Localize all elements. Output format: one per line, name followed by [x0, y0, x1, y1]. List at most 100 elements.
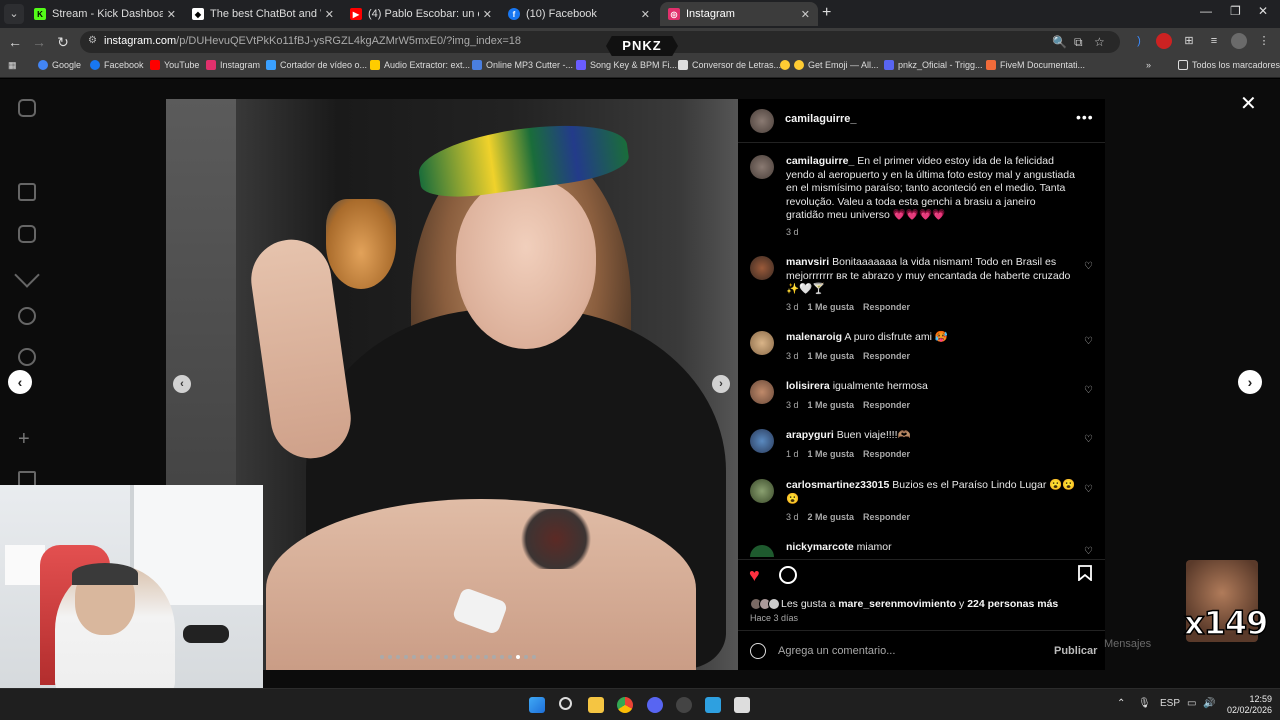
address-bar[interactable]: ⚙ instagram.com/p/DUHevuQEVtPkKo11fBJ-ys… [80, 31, 1120, 53]
close-tab-icon[interactable]: ✕ [801, 8, 810, 21]
publish-button[interactable]: Publicar [1054, 645, 1097, 657]
avatar[interactable] [750, 429, 774, 453]
more-options-icon[interactable]: ••• [1076, 109, 1094, 125]
cast-icon[interactable]: ⧉ [1074, 35, 1083, 50]
comment-likes[interactable]: 1 Me gusta [808, 351, 855, 361]
bookmark-item[interactable]: FiveM Documentati... [986, 60, 1085, 70]
post-author[interactable]: camilaguirre_ [785, 113, 857, 125]
language-indicator[interactable]: ESP [1160, 698, 1180, 709]
bookmark-item[interactable]: Cortador de vídeo o... [266, 60, 367, 70]
avatar[interactable] [750, 109, 774, 133]
new-tab-icon[interactable]: + [822, 4, 831, 22]
like-comment-icon[interactable]: ♡ [1084, 485, 1094, 495]
forward-icon[interactable]: → [30, 33, 48, 51]
save-icon[interactable] [1078, 565, 1092, 585]
bookmark-item[interactable]: Instagram [206, 60, 260, 70]
comment-author[interactable]: arapyguri [786, 429, 834, 441]
emoji-icon[interactable] [750, 643, 766, 659]
create-icon[interactable]: + [18, 429, 36, 449]
like-comment-icon[interactable]: ♡ [1084, 262, 1094, 272]
bookmark-item[interactable]: Get Emoji — All... [780, 60, 879, 70]
carousel-prev-icon[interactable]: ‹ [173, 375, 191, 393]
like-comment-icon[interactable]: ♡ [1084, 547, 1094, 557]
restore-icon[interactable]: ❐ [1230, 4, 1241, 18]
tab-facebook[interactable]: f (10) Facebook ✕ [500, 2, 658, 26]
bookmark-item[interactable]: Audio Extractor: ext... [370, 60, 470, 70]
tray-chevron-icon[interactable]: ⌃ [1117, 698, 1125, 709]
reply-button[interactable]: Responder [863, 302, 910, 312]
bookmark-item[interactable]: Song Key & BPM Fi... [576, 60, 677, 70]
tab-search-icon[interactable]: ⌄ [4, 4, 24, 24]
tab-youtube[interactable]: ▶ (4) Pablo Escobar: un encuentro ✕ [342, 2, 500, 26]
avatar[interactable] [750, 155, 774, 179]
github-icon[interactable] [676, 697, 692, 713]
avatar[interactable] [750, 331, 774, 355]
comment-author[interactable]: lolisirera [786, 380, 830, 392]
extension-icon[interactable] [1156, 33, 1172, 49]
tab-instagram[interactable]: ◎ Instagram ✕ [660, 2, 818, 26]
reply-button[interactable]: Responder [863, 400, 910, 410]
comment-author[interactable]: malenaroig [786, 331, 842, 343]
reload-icon[interactable]: ↻ [54, 33, 72, 51]
likes-summary[interactable]: Les gusta a mare_serenmovimiento y 224 p… [750, 598, 1058, 610]
liked-heart-icon[interactable]: ♥ [749, 565, 760, 585]
close-post-icon[interactable]: ✕ [1240, 91, 1257, 116]
discord-icon[interactable] [647, 697, 663, 713]
media-icon[interactable]: ≡ [1206, 33, 1222, 49]
close-tab-icon[interactable]: ✕ [167, 8, 176, 21]
comment-likes[interactable]: 1 Me gusta [808, 449, 855, 459]
extension-icon[interactable]: ) [1131, 33, 1147, 49]
menu-icon[interactable]: ⋮ [1256, 33, 1272, 49]
bookmark-item[interactable]: Conversor de Letras... [678, 60, 781, 70]
like-comment-icon[interactable]: ♡ [1084, 386, 1094, 396]
zoom-icon[interactable]: 🔍 [1052, 35, 1067, 49]
minimize-icon[interactable]: — [1200, 4, 1212, 18]
comment-author[interactable]: nickymarcote [786, 541, 854, 553]
network-icon[interactable]: ▭ [1187, 698, 1196, 709]
avatar[interactable] [750, 545, 774, 557]
close-tab-icon[interactable]: ✕ [641, 8, 650, 21]
reply-button[interactable]: Responder [863, 512, 910, 522]
comment-author[interactable]: manvsiri [786, 256, 829, 268]
snipping-tool-icon[interactable] [734, 697, 750, 713]
comment-input[interactable] [778, 641, 1028, 661]
avatar[interactable] [750, 479, 774, 503]
avatar[interactable] [750, 380, 774, 404]
search-icon[interactable] [18, 307, 36, 325]
bookmark-item[interactable]: Online MP3 Cutter -... [472, 60, 573, 70]
all-bookmarks[interactable]: Todos los marcadores [1178, 60, 1280, 70]
instagram-logo-icon[interactable] [18, 99, 36, 117]
comment-icon[interactable] [779, 566, 797, 584]
tab-kick[interactable]: K Stream - Kick Dashboard ✕ [26, 2, 184, 26]
bookmark-item[interactable]: pnkz_Oficial - Trigg... [884, 60, 983, 70]
liker-username[interactable]: mare_serenmovimiento [838, 598, 956, 610]
apps-icon[interactable]: ▦ [8, 60, 17, 71]
comment-likes[interactable]: 2 Me gusta [808, 512, 855, 522]
clock[interactable]: 12:59 02/02/2026 [1222, 694, 1272, 716]
home-icon[interactable] [18, 183, 36, 201]
reels-icon[interactable] [18, 225, 36, 243]
reply-button[interactable]: Responder [863, 449, 910, 459]
chrome-icon[interactable] [617, 697, 633, 713]
bookmark-item[interactable]: YouTube [150, 60, 199, 70]
bookmark-star-icon[interactable]: ☆ [1094, 35, 1105, 49]
microphone-icon[interactable]: 🎙 [1138, 698, 1151, 709]
bookmark-item[interactable]: Google [38, 60, 81, 70]
close-tab-icon[interactable]: ✕ [325, 8, 334, 21]
file-explorer-icon[interactable] [588, 697, 604, 713]
notepad-icon[interactable] [705, 697, 721, 713]
reply-button[interactable]: Responder [863, 351, 910, 361]
extensions-puzzle-icon[interactable]: ⊞ [1181, 33, 1197, 49]
comment-likes[interactable]: 1 Me gusta [808, 302, 855, 312]
caption-author[interactable]: camilaguirre_ [786, 155, 854, 167]
like-comment-icon[interactable]: ♡ [1084, 435, 1094, 445]
back-icon[interactable]: ← [6, 33, 24, 51]
start-icon[interactable] [529, 697, 545, 713]
tab-chatbot[interactable]: ◆ The best ChatBot and Widgets ✕ [184, 2, 342, 26]
like-comment-icon[interactable]: ♡ [1084, 337, 1094, 347]
search-icon[interactable] [559, 697, 572, 710]
explore-icon[interactable] [18, 348, 36, 366]
more-bookmarks-icon[interactable]: » [1146, 60, 1151, 70]
send-icon[interactable] [14, 262, 40, 288]
carousel-next-icon[interactable]: › [712, 375, 730, 393]
